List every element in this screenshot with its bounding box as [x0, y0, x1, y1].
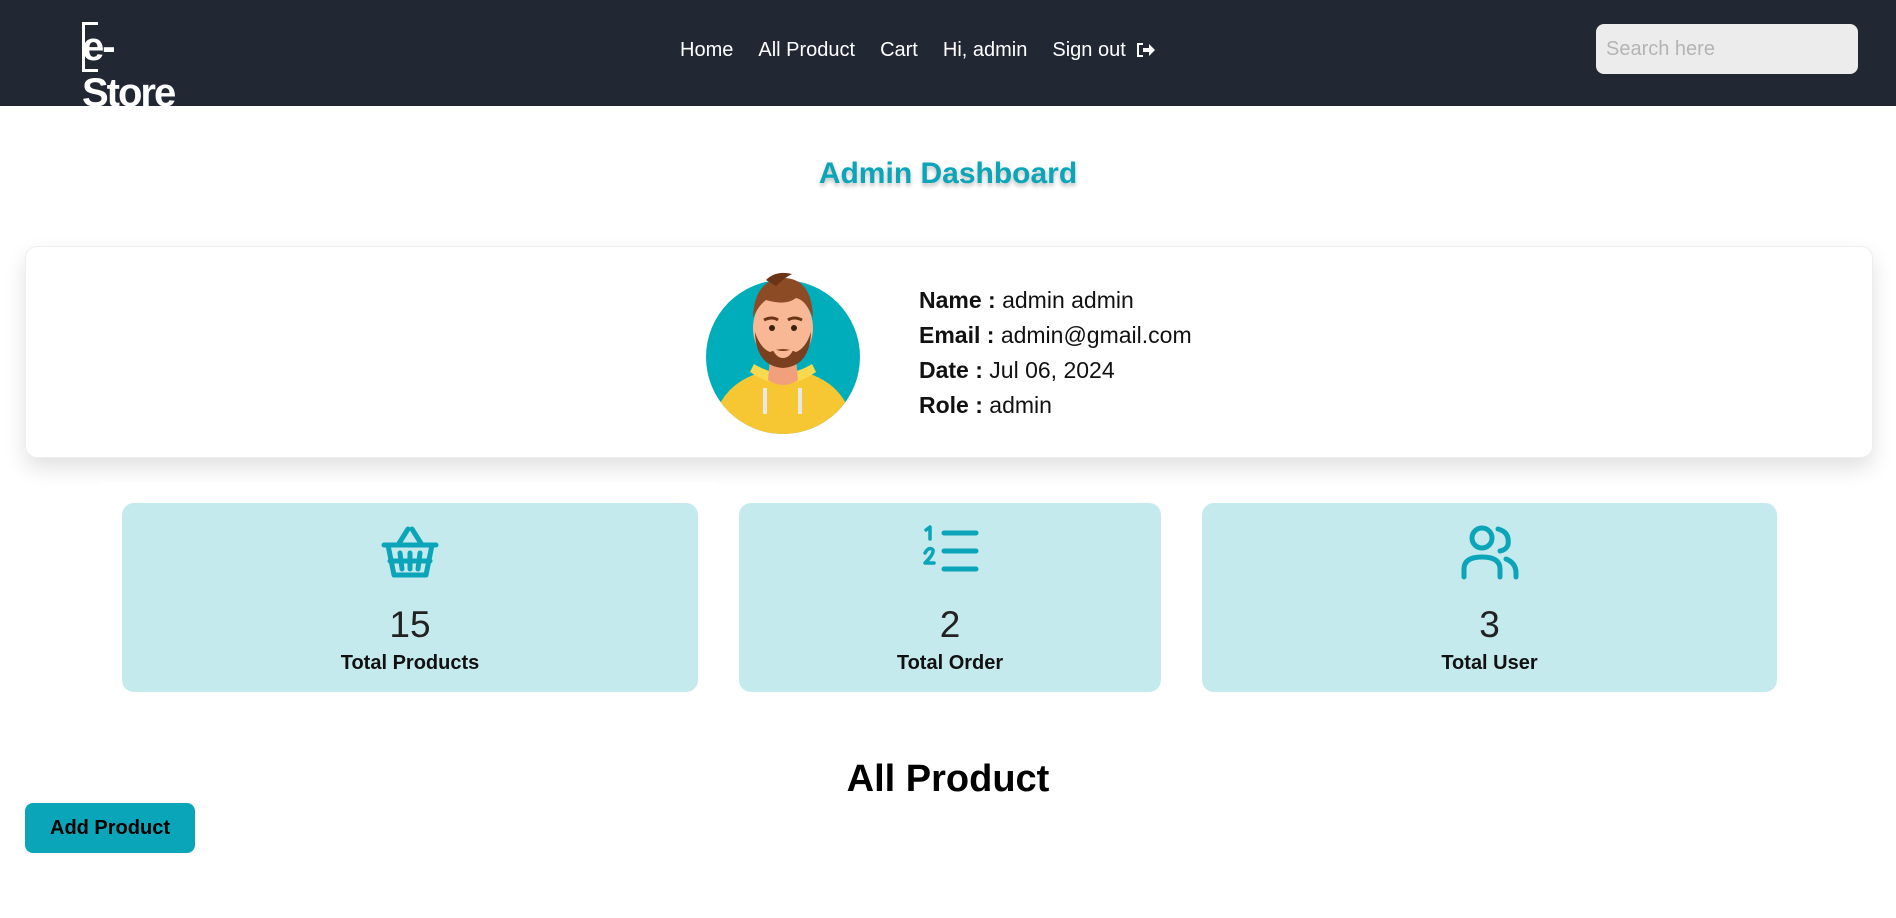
- basket-icon: [381, 526, 439, 578]
- sign-out-label: Sign out: [1052, 39, 1126, 61]
- page-title: Admin Dashboard: [818, 157, 1078, 190]
- role-label: Role :: [919, 392, 983, 418]
- stat-label: Total Products: [340, 652, 480, 674]
- stat-label: Total User: [1441, 652, 1538, 674]
- sign-out-icon: [1136, 43, 1155, 57]
- stat-strip: [102, 482, 718, 502]
- users-icon: [1461, 525, 1518, 580]
- date-value: Jul 06, 2024: [989, 357, 1115, 383]
- profile-role-row: Role : admin: [919, 388, 1192, 423]
- profile-name-row: Name : admin admin: [919, 283, 1192, 318]
- navbar: e-Store Home All Product Cart Hi, admin …: [0, 0, 1896, 115]
- all-product-heading: All Product: [846, 758, 1050, 800]
- stat-value: 15: [389, 604, 431, 645]
- email-value: admin@gmail.com: [1000, 322, 1192, 348]
- estore-logo[interactable]: e-Store: [82, 22, 200, 115]
- nav-user-greeting[interactable]: Hi, admin: [943, 38, 1027, 62]
- profile-email-row: Email : admin@gmail.com: [919, 318, 1192, 353]
- logo-text: e-Store: [82, 25, 176, 115]
- stat-value: 3: [1479, 604, 1500, 645]
- profile-info: Name : admin admin Email : admin@gmail.c…: [919, 283, 1192, 423]
- nav-links: Home All Product Cart Hi, admin Sign out: [680, 37, 1156, 63]
- stat-value: 2: [939, 604, 961, 645]
- add-product-button[interactable]: Add Product: [25, 803, 195, 853]
- profile-date-row: Date : Jul 06, 2024: [919, 353, 1192, 388]
- user-avatar: [706, 272, 860, 434]
- nav-cart-link[interactable]: Cart: [880, 38, 918, 62]
- name-label: Name :: [919, 287, 996, 313]
- stat-card-orders[interactable]: 2 Total Order: [739, 503, 1161, 692]
- profile-card: Name : admin admin Email : admin@gmail.c…: [25, 246, 1873, 458]
- stat-card-products[interactable]: 15 Total Products: [122, 503, 698, 692]
- search-input[interactable]: [1596, 24, 1858, 74]
- role-value: admin: [989, 392, 1052, 418]
- date-label: Date :: [919, 357, 983, 383]
- list-icon: [923, 525, 979, 572]
- stat-label: Total Order: [896, 652, 1004, 674]
- email-label: Email :: [919, 322, 995, 348]
- sign-out-link[interactable]: Sign out: [1052, 38, 1155, 62]
- stat-card-users[interactable]: 3 Total User: [1202, 503, 1777, 692]
- nav-all-product-link[interactable]: All Product: [758, 38, 855, 62]
- nav-home-link[interactable]: Home: [680, 38, 733, 62]
- name-value: admin admin: [1002, 287, 1134, 313]
